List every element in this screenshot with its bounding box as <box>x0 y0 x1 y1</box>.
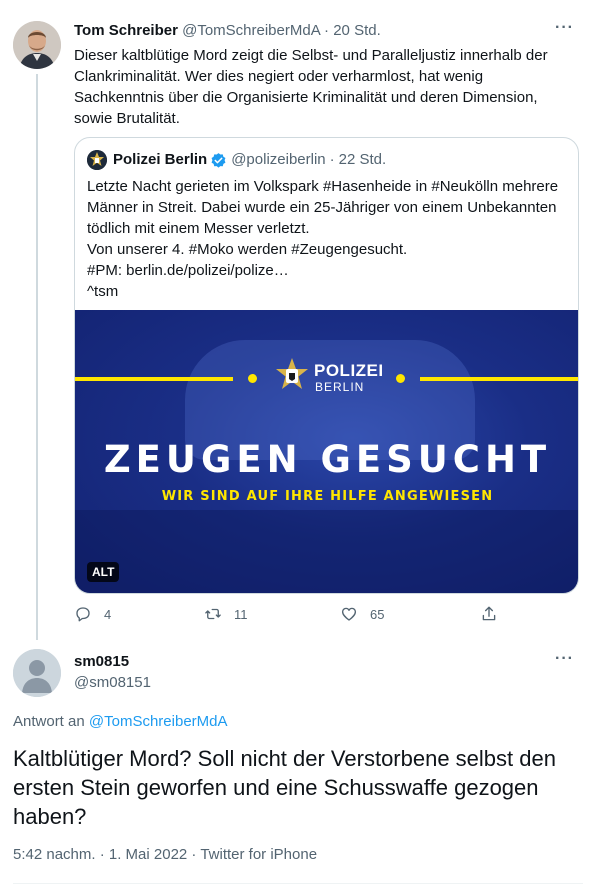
retweet-icon <box>205 608 221 620</box>
share-icon <box>482 606 496 621</box>
reply-to-link[interactable]: @TomSchreiberMdA <box>89 713 228 730</box>
avatar[interactable] <box>13 649 61 697</box>
quoted-text-line: ^tsm <box>87 283 119 300</box>
tweet-header: Tom Schreiber @TomSchreiberMdA · 20 Std. <box>74 21 576 41</box>
accent-line <box>75 377 233 381</box>
alt-text-badge[interactable]: ALT <box>87 562 120 582</box>
timestamp[interactable]: 20 Std. <box>333 22 381 39</box>
author-name[interactable]: sm0815 <box>74 652 129 672</box>
like-button[interactable]: 65 <box>340 605 384 623</box>
parent-tweet[interactable]: Tom Schreiber @TomSchreiberMdA · 20 Std.… <box>0 0 596 640</box>
author-name[interactable]: Tom Schreiber <box>74 22 178 39</box>
author-handle[interactable]: @sm08151 <box>74 673 151 693</box>
media-subline: WIR SIND AUF IHRE HILFE ANGEWIESEN <box>161 489 494 504</box>
share-button[interactable] <box>480 605 510 623</box>
author-handle[interactable]: @TomSchreiberMdA <box>182 22 320 39</box>
quoted-timestamp: 22 Std. <box>338 151 387 168</box>
more-options-icon[interactable]: ··· <box>555 650 574 668</box>
reply-icon <box>76 607 90 622</box>
background-blur <box>75 510 578 593</box>
accent-dot <box>396 374 405 383</box>
accent-line <box>420 377 578 381</box>
media-headline: ZEUGEN GESUCHT <box>103 438 552 481</box>
separator: · <box>329 151 335 168</box>
logo-text-berlin: BERLIN <box>315 380 365 394</box>
heart-icon <box>341 607 357 621</box>
accent-dot <box>248 374 257 383</box>
thread-line <box>36 74 38 640</box>
quoted-author-name: Polizei Berlin <box>113 151 208 168</box>
police-star-logo-icon <box>276 358 308 389</box>
main-tweet: sm0815 @sm08151 ··· Antwort an @TomSchre… <box>0 640 596 888</box>
quoted-text-line: Letzte Nacht gerieten im Volkspark #Hase… <box>87 178 559 237</box>
quoted-link[interactable]: #PM: berlin.de/polizei/polize… <box>87 260 567 281</box>
quoted-tweet-card[interactable]: Polizei Berlin @polizeiberlin · 22 Std. … <box>74 137 579 594</box>
tweet-text: Kaltblütiger Mord? Soll nicht der Versto… <box>13 746 556 829</box>
reply-prefix: Antwort an <box>13 713 85 730</box>
tweet-text: Dieser kaltblütige Mord zeigt die Selbst… <box>74 47 548 127</box>
quoted-tweet-header: Polizei Berlin @polizeiberlin · 22 Std. <box>87 150 386 170</box>
divider <box>13 883 583 884</box>
quoted-media-image[interactable]: POLIZEI BERLIN ZEUGEN GESUCHT WIR SIND A… <box>75 310 578 593</box>
separator: · <box>324 22 330 39</box>
police-star-icon <box>87 150 107 170</box>
reply-button[interactable]: 4 <box>74 605 111 623</box>
retweet-button[interactable]: 11 <box>204 605 248 623</box>
reply-count: 4 <box>104 606 112 622</box>
verified-badge-icon <box>211 152 226 168</box>
quoted-tweet-text: Letzte Nacht gerieten im Volkspark #Hase… <box>87 176 567 302</box>
profile-photo <box>13 21 61 69</box>
retweet-count: 11 <box>234 606 248 622</box>
like-count: 65 <box>370 606 385 622</box>
default-avatar-icon <box>13 649 61 697</box>
quoted-author-handle: @polizeiberlin <box>231 151 326 168</box>
logo-text-polizei: POLIZEI <box>314 361 384 380</box>
reply-context: Antwort an @TomSchreiberMdA <box>13 712 228 732</box>
more-options-icon[interactable]: ··· <box>555 19 574 37</box>
quoted-avatar <box>87 150 107 170</box>
tweet-meta[interactable]: 5:42 nachm. · 1. Mai 2022 · Twitter for … <box>13 845 317 865</box>
avatar[interactable] <box>13 21 61 69</box>
quoted-text-line: Von unserer 4. #Moko werden #Zeugengesuc… <box>87 241 408 258</box>
tweet-actions: 4 11 65 <box>74 605 499 627</box>
